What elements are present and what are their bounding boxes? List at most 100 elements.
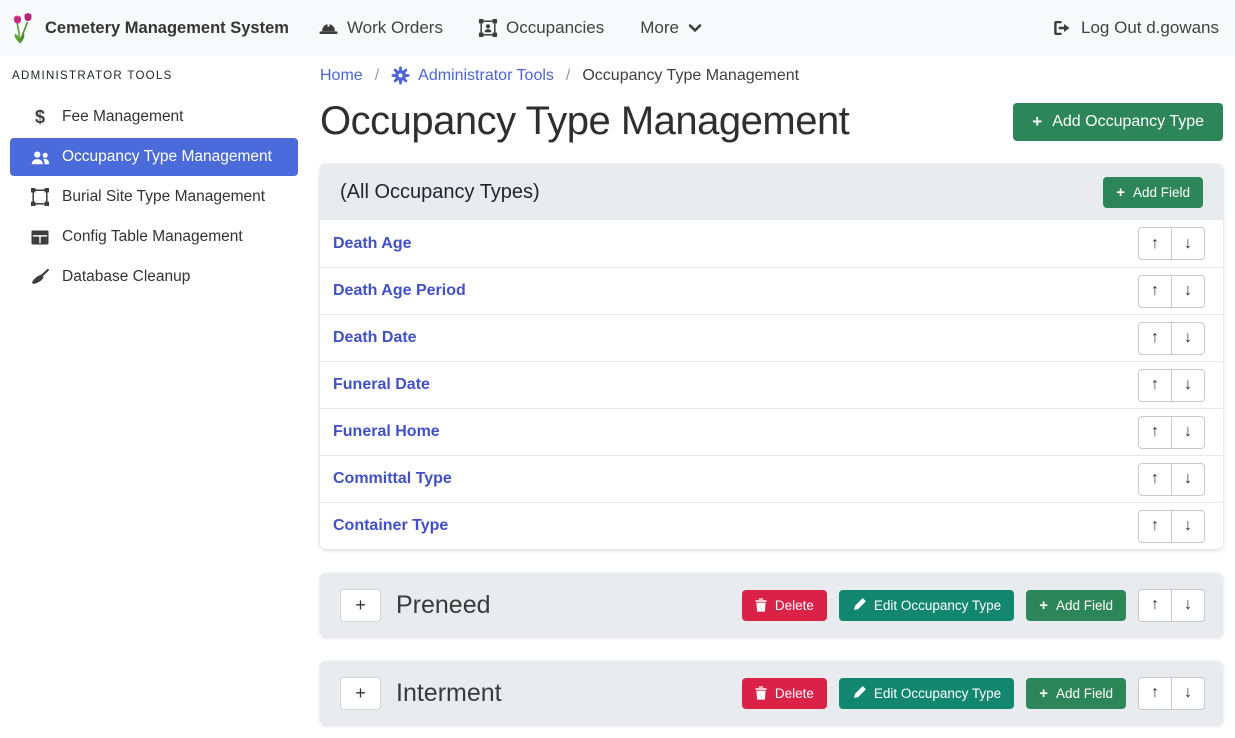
field-link[interactable]: Committal Type — [333, 470, 452, 488]
arrow-down-icon: ↓ — [1184, 517, 1192, 535]
title-row: Occupancy Type Management + Add Occupanc… — [320, 99, 1223, 144]
sidebar-item-occupancy-type-management[interactable]: Occupancy Type Management — [10, 138, 298, 176]
edit-occupancy-type-label: Edit Occupancy Type — [874, 686, 1001, 701]
move-down-button[interactable]: ↓ — [1171, 677, 1205, 710]
section-title: Interment — [396, 679, 742, 708]
move-up-button[interactable]: ↑ — [1138, 463, 1172, 496]
plus-icon: + — [355, 595, 366, 616]
arrow-up-icon: ↑ — [1151, 282, 1159, 300]
sidebar-item-label: Burial Site Type Management — [62, 188, 265, 206]
edit-occupancy-type-button[interactable]: Edit Occupancy Type — [839, 678, 1014, 709]
field-row: Funeral Home ↑ ↓ — [320, 408, 1223, 455]
field-reorder-group: ↑ ↓ — [1138, 463, 1205, 496]
move-up-button[interactable]: ↑ — [1138, 322, 1172, 355]
move-down-button[interactable]: ↓ — [1171, 510, 1205, 543]
occupancy-type-sections: + Preneed Delete — [320, 573, 1223, 725]
field-row: Death Age Period ↑ ↓ — [320, 267, 1223, 314]
edit-occupancy-type-label: Edit Occupancy Type — [874, 598, 1001, 613]
nav-occupancies[interactable]: Occupancies — [479, 18, 604, 38]
sidebar-item-label: Database Cleanup — [62, 268, 190, 286]
trash-icon — [755, 686, 767, 700]
expand-section-button[interactable]: + — [340, 677, 381, 710]
top-navbar: Cemetery Management System Work Orders — [0, 0, 1235, 56]
add-field-button[interactable]: + Add Field — [1103, 177, 1203, 208]
all-occupancy-types-card: (All Occupancy Types) + Add Field Death … — [320, 164, 1223, 549]
edit-occupancy-type-button[interactable]: Edit Occupancy Type — [839, 590, 1014, 621]
arrow-up-icon: ↑ — [1151, 423, 1159, 441]
field-row: Committal Type ↑ ↓ — [320, 455, 1223, 502]
field-link[interactable]: Funeral Home — [333, 423, 440, 441]
sidebar-item-config-table-management[interactable]: Config Table Management — [10, 218, 298, 256]
add-field-label: Add Field — [1133, 185, 1190, 200]
expand-section-button[interactable]: + — [340, 589, 381, 622]
sidebar-item-fee-management[interactable]: $ Fee Management — [10, 98, 298, 136]
arrow-down-icon: ↓ — [1184, 470, 1192, 488]
delete-button[interactable]: Delete — [742, 678, 827, 709]
move-up-button[interactable]: ↑ — [1138, 677, 1172, 710]
move-down-button[interactable]: ↓ — [1171, 227, 1205, 260]
field-reorder-group: ↑ ↓ — [1138, 416, 1205, 449]
card-title: (All Occupancy Types) — [340, 181, 540, 204]
field-link[interactable]: Container Type — [333, 517, 448, 535]
move-down-button[interactable]: ↓ — [1171, 416, 1205, 449]
move-up-button[interactable]: ↑ — [1138, 275, 1172, 308]
nav-work-orders[interactable]: Work Orders — [319, 18, 443, 38]
pencil-icon — [852, 686, 866, 700]
move-down-button[interactable]: ↓ — [1171, 463, 1205, 496]
main-nav: Work Orders Occupancies More — [319, 18, 1053, 38]
field-link[interactable]: Death Date — [333, 329, 417, 347]
field-reorder-group: ↑ ↓ — [1138, 322, 1205, 355]
arrow-down-icon: ↓ — [1184, 282, 1192, 300]
sidebar-item-database-cleanup[interactable]: Database Cleanup — [10, 258, 298, 296]
plus-icon: + — [1039, 598, 1048, 613]
sidebar-item-burial-site-type-management[interactable]: Burial Site Type Management — [10, 178, 298, 216]
sidebar: ADMINISTRATOR TOOLS $ Fee Management Occ… — [0, 56, 310, 738]
all-occupancy-types-header: (All Occupancy Types) + Add Field — [320, 164, 1223, 220]
breadcrumb-separator: / — [566, 67, 570, 85]
sidebar-item-label: Fee Management — [62, 108, 184, 126]
plus-icon: + — [1039, 686, 1048, 701]
move-down-button[interactable]: ↓ — [1171, 589, 1205, 622]
field-reorder-group: ↑ ↓ — [1138, 227, 1205, 260]
move-up-button[interactable]: ↑ — [1138, 416, 1172, 449]
field-link[interactable]: Death Age — [333, 235, 412, 253]
hard-hat-icon — [319, 20, 338, 36]
pencil-icon — [852, 598, 866, 612]
add-occupancy-type-button[interactable]: + Add Occupancy Type — [1013, 103, 1223, 141]
section-title: Preneed — [396, 591, 742, 620]
field-reorder-group: ↑ ↓ — [1138, 369, 1205, 402]
move-up-button[interactable]: ↑ — [1138, 227, 1172, 260]
add-occupancy-type-label: Add Occupancy Type — [1052, 113, 1204, 131]
field-link[interactable]: Funeral Date — [333, 376, 430, 394]
sidebar-heading: ADMINISTRATOR TOOLS — [0, 62, 310, 96]
breadcrumb-home-link[interactable]: Home — [320, 67, 363, 85]
add-field-button[interactable]: + Add Field — [1026, 590, 1126, 621]
app-brand: Cemetery Management System — [12, 13, 289, 44]
arrow-up-icon: ↑ — [1151, 684, 1159, 702]
arrow-down-icon: ↓ — [1184, 684, 1192, 702]
breadcrumb-admin-tools-link[interactable]: Administrator Tools — [391, 66, 554, 85]
delete-button[interactable]: Delete — [742, 590, 827, 621]
plus-icon: + — [1032, 113, 1042, 130]
arrow-up-icon: ↑ — [1151, 235, 1159, 253]
occupancy-type-section: + Interment Delete — [320, 661, 1223, 725]
move-down-button[interactable]: ↓ — [1171, 322, 1205, 355]
arrow-down-icon: ↓ — [1184, 423, 1192, 441]
move-down-button[interactable]: ↓ — [1171, 275, 1205, 308]
vector-square-icon — [30, 188, 50, 206]
arrow-down-icon: ↓ — [1184, 235, 1192, 253]
field-link[interactable]: Death Age Period — [333, 282, 466, 300]
logout-label: Log Out d.gowans — [1081, 18, 1219, 38]
move-up-button[interactable]: ↑ — [1138, 510, 1172, 543]
section-actions: Delete Edit Occupancy Type + Add Field ↑… — [742, 677, 1205, 710]
move-up-button[interactable]: ↑ — [1138, 589, 1172, 622]
move-up-button[interactable]: ↑ — [1138, 369, 1172, 402]
broom-icon — [30, 269, 50, 285]
main-content: Home / Administrator Tool — [310, 56, 1235, 738]
nav-more[interactable]: More — [640, 18, 702, 38]
delete-label: Delete — [775, 598, 814, 613]
add-field-button[interactable]: + Add Field — [1026, 678, 1126, 709]
logout-button[interactable]: Log Out d.gowans — [1053, 18, 1219, 38]
tulip-logo-icon — [12, 13, 35, 44]
move-down-button[interactable]: ↓ — [1171, 369, 1205, 402]
